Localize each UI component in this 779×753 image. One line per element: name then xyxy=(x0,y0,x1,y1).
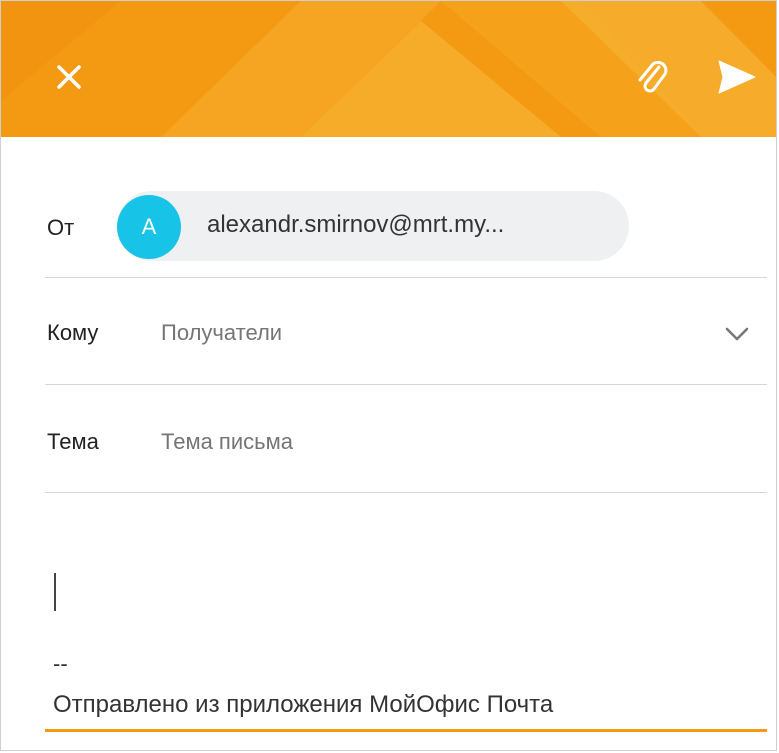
text-cursor xyxy=(54,573,56,611)
compose-screen: От A alexandr.smirnov@mrt.my... Кому Тем… xyxy=(0,0,777,751)
send-icon xyxy=(718,60,756,94)
sender-email: alexandr.smirnov@mrt.my... xyxy=(207,211,505,238)
divider xyxy=(45,277,767,278)
close-button[interactable] xyxy=(37,45,101,109)
paperclip-icon xyxy=(638,60,668,93)
chevron-down-icon[interactable] xyxy=(719,321,755,349)
avatar: A xyxy=(117,195,181,259)
compose-toolbar xyxy=(1,1,776,137)
attach-button[interactable] xyxy=(621,45,685,109)
divider xyxy=(45,384,767,385)
subject-label: Тема xyxy=(47,429,99,454)
close-icon xyxy=(57,65,81,89)
avatar-letter: A xyxy=(141,214,157,239)
signature-separator: -- xyxy=(53,651,68,676)
subject-input[interactable] xyxy=(161,429,681,455)
body-focus-underline xyxy=(45,729,767,732)
sender-chip[interactable]: A alexandr.smirnov@mrt.my... xyxy=(117,191,629,261)
signature-text: Отправлено из приложения МойОфис Почта xyxy=(53,691,554,718)
send-button[interactable] xyxy=(705,45,769,109)
recipients-input[interactable] xyxy=(161,320,681,346)
from-label: От xyxy=(47,215,75,240)
to-label: Кому xyxy=(47,320,99,345)
divider xyxy=(45,492,767,493)
